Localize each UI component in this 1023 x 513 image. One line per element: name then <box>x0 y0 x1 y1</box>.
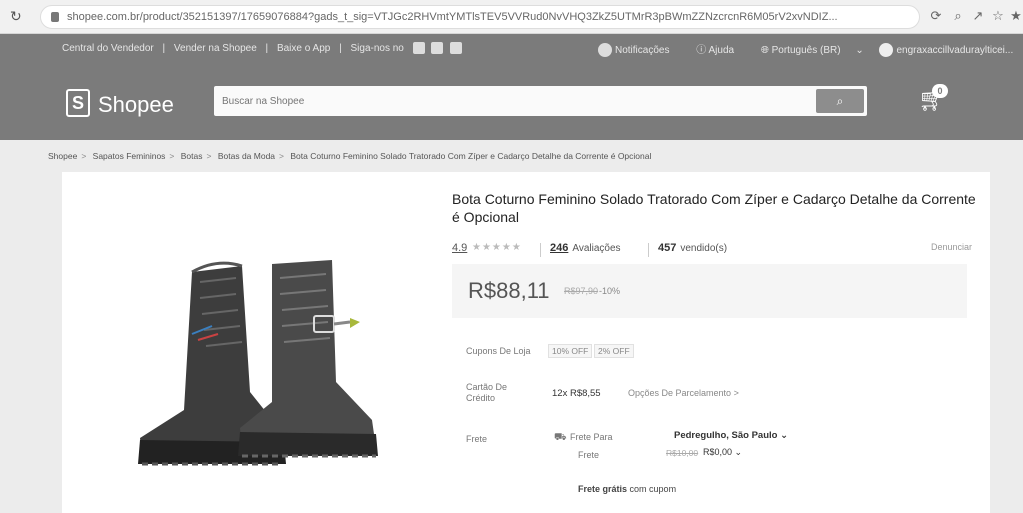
shipping-to-label: Frete Para <box>570 432 613 442</box>
breadcrumb-item[interactable]: Botas <box>181 151 203 161</box>
zoom-icon[interactable]: ⌕ <box>950 8 966 24</box>
breadcrumb-item[interactable]: Sapatos Femininos <box>93 151 166 161</box>
shipping-cost-label: Frete <box>578 450 600 460</box>
sold-label: vendido(s) <box>680 243 728 254</box>
price-box: R$88,11 R$97,90 -10% <box>452 264 967 318</box>
rating-row: 4.9 ★★★★★ 246 Avaliações 457 vendido(s) De… <box>452 242 972 260</box>
sold-count: 457 vendido(s) <box>658 242 727 254</box>
breadcrumb: Shopee > Sapatos Femininos > Botas > Botas … <box>48 151 651 161</box>
coupon-tag[interactable]: 2% OFF <box>594 344 634 358</box>
reviews-count: 246 <box>550 242 569 254</box>
free-shipping-bold: Frete grátis <box>578 484 628 494</box>
chevron-right-icon: > <box>81 151 87 161</box>
reload-icon[interactable]: ↻ <box>10 8 26 24</box>
discount-badge: -10% <box>599 286 621 296</box>
lock-icon <box>51 12 59 22</box>
installment-link-label: Opções De Parcelamento <box>628 388 732 398</box>
bookmark-star-icon[interactable]: ☆ <box>990 8 1006 24</box>
search-icon: ⌕ <box>836 94 844 108</box>
product-title: Bota Coturno Feminino Solado Tratorado C… <box>452 191 976 225</box>
shipping-location-selector[interactable]: Pedregulho, São Paulo ⌄ <box>674 430 788 441</box>
shipping-cost-selector[interactable]: R$0,00 ⌄ <box>703 447 742 458</box>
top-nav: Central do Vendedor | Vender na Shopee |… <box>0 34 1023 62</box>
browser-toolbar: ↻ shopee.com.br/product/352151397/176590… <box>0 0 1023 34</box>
installment-options-link[interactable]: Opções De Parcelamento > <box>628 388 739 398</box>
notifications-label: Notificações <box>615 45 670 56</box>
credit-card-label: Cartão De Crédito <box>466 382 507 404</box>
seller-center-link[interactable]: Central do Vendedor <box>62 43 154 54</box>
logo-text: Shopee <box>98 92 174 117</box>
chevron-down-icon: ⌄ <box>734 447 743 457</box>
breadcrumb-item[interactable]: Shopee <box>48 151 77 161</box>
breadcrumb-item[interactable]: Botas da Moda <box>218 151 275 161</box>
download-app-link[interactable]: Baixe o App <box>277 43 330 54</box>
avatar <box>878 43 893 58</box>
shipping-original-cost: R$10,00 <box>666 448 699 458</box>
extension-icon[interactable]: ★ <box>1008 8 1023 24</box>
breadcrumb-current: Bota Coturno Feminino Solado Tratorado C… <box>290 151 652 161</box>
rating-value[interactable]: 4.9 <box>452 242 467 254</box>
divider <box>540 243 541 257</box>
address-bar[interactable]: shopee.com.br/product/352151397/17659076… <box>40 5 920 29</box>
language-label: Português (BR) <box>771 45 841 56</box>
free-shipping-note: Frete grátis com cupom <box>578 484 676 494</box>
credit-label-line1: Cartão De <box>466 382 508 392</box>
search-button[interactable]: ⌕ <box>816 89 864 113</box>
linkedin-icon[interactable] <box>450 42 463 54</box>
chevron-down-icon: ⌄ <box>780 430 789 441</box>
coupon-label: Cupons De Loja <box>466 346 531 356</box>
sold-number: 457 <box>658 242 677 254</box>
language-selector[interactable]: 🌐︎ Português (BR) ⌄ <box>761 45 864 56</box>
installment-value: 12x R$8,55 <box>552 388 601 399</box>
top-nav-separator: | <box>162 42 166 54</box>
product-card: Bota Coturno Feminino Solado Tratorado C… <box>62 172 990 513</box>
search-box: ⌕ <box>214 86 867 116</box>
current-price: R$88,11 <box>468 278 550 303</box>
help-link[interactable]: ⓘ Ajuda <box>696 45 746 56</box>
search-input[interactable] <box>222 89 812 113</box>
shopping-bag-icon: S <box>66 89 90 117</box>
shipping-label: Frete <box>466 434 488 444</box>
credit-label-line2: Crédito <box>466 393 496 403</box>
follow-us-label: Siga-nos no <box>350 42 404 54</box>
report-link[interactable]: Denunciar <box>931 242 972 252</box>
top-nav-left: Central do Vendedor | Vender na Shopee |… <box>62 42 466 54</box>
instagram-icon[interactable] <box>431 42 444 54</box>
original-price: R$97,90 <box>564 286 599 296</box>
reviews-label: Avaliações <box>572 243 621 254</box>
chevron-right-icon: > <box>206 151 212 161</box>
sell-link[interactable]: Vender na Shopee <box>174 43 257 54</box>
chevron-right-icon: > <box>169 151 175 161</box>
username: engraxaccillvaduraylticei... <box>896 45 1014 56</box>
share-icon[interactable]: ↗ <box>970 8 986 24</box>
free-shipping-rest: com cupom <box>629 484 677 494</box>
url-text: shopee.com.br/product/352151397/17659076… <box>67 11 838 23</box>
rating-stars-icon: ★★★★★ <box>472 242 522 253</box>
top-nav-right: Notificações ⓘ Ajuda 🌐︎ Português (BR) ⌄… <box>598 41 1023 58</box>
reviews-link[interactable]: 246 Avaliações <box>550 242 621 254</box>
truck-icon: ⛟︎ <box>554 432 567 443</box>
shipping-cost: R$0,00 <box>703 447 733 457</box>
bell-icon <box>598 43 612 58</box>
notifications-link[interactable]: Notificações <box>598 43 681 58</box>
refresh-page-icon[interactable]: ⟳ <box>928 8 944 24</box>
shipping-location: Pedregulho, São Paulo <box>674 430 778 441</box>
divider <box>648 243 649 257</box>
top-nav-separator: | <box>339 42 342 54</box>
help-label: Ajuda <box>708 45 735 56</box>
account-menu[interactable]: engraxaccillvaduraylticei... <box>878 43 1023 58</box>
top-nav-separator: | <box>265 42 269 54</box>
cart-count-badge: 0 <box>932 84 948 98</box>
chevron-right-icon: > <box>733 388 739 398</box>
product-image[interactable] <box>122 242 422 482</box>
cart-button[interactable]: 🛒︎ 0 <box>918 84 952 112</box>
facebook-icon[interactable] <box>412 42 425 54</box>
chevron-right-icon: > <box>279 151 285 161</box>
coupon-tag[interactable]: 10% OFF <box>548 344 593 358</box>
